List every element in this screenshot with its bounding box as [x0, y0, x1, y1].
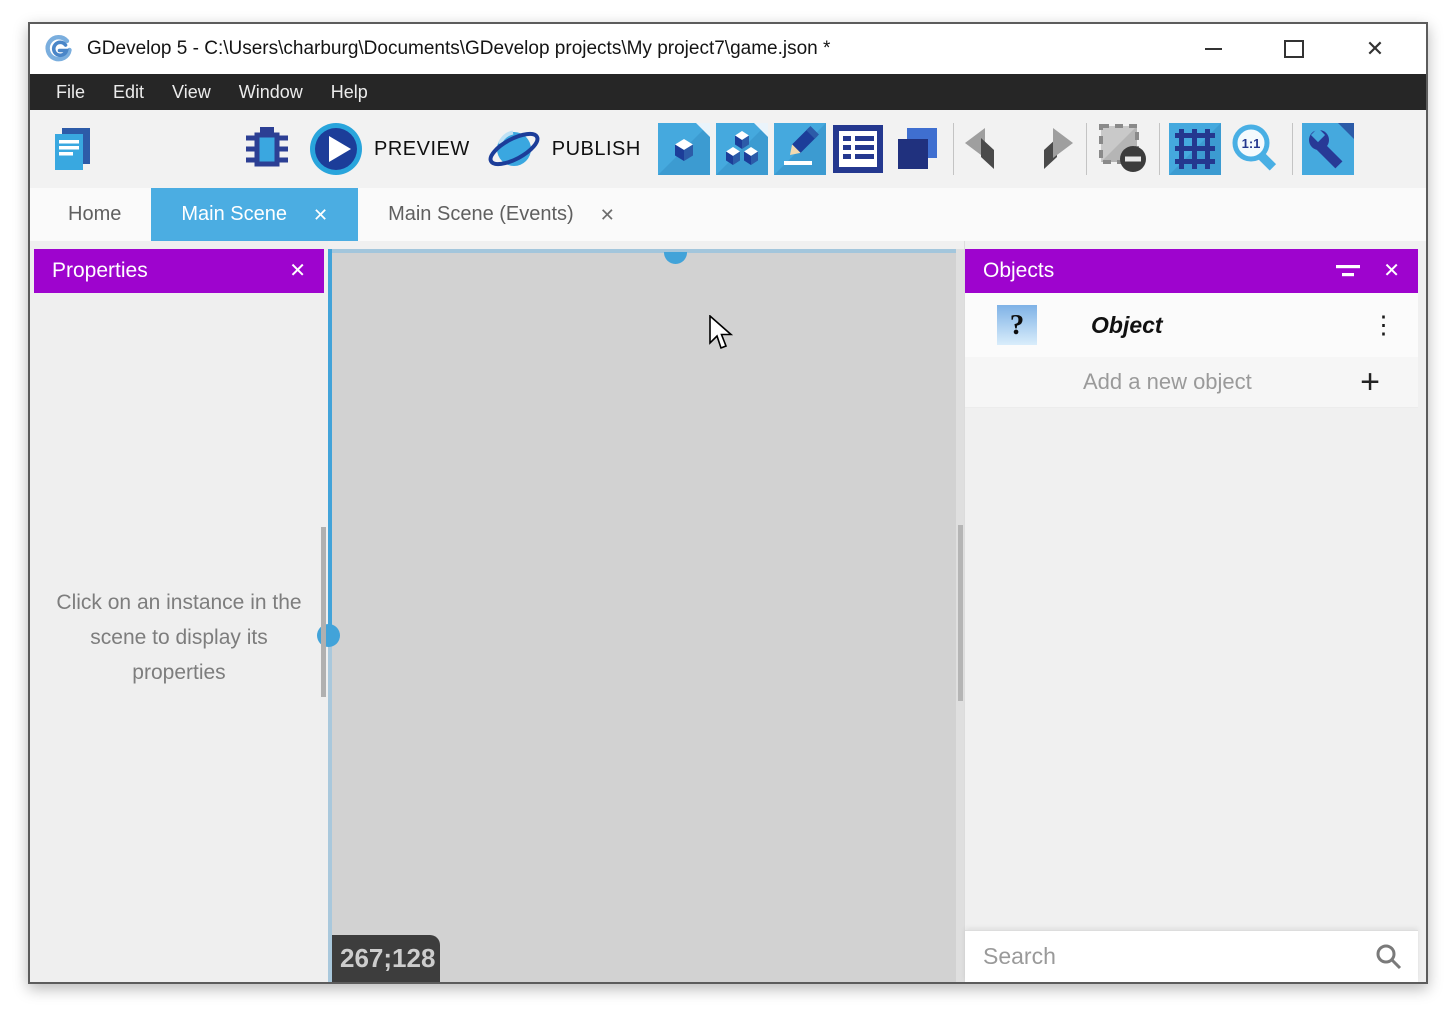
list-icon [832, 123, 884, 175]
minimize-button[interactable] [1190, 29, 1236, 69]
tab-main-scene-events[interactable]: Main Scene (Events) ✕ [358, 188, 645, 241]
menu-bar: File Edit View Window Help [30, 74, 1426, 110]
close-icon: ✕ [1366, 38, 1384, 60]
app-window: GDevelop 5 - C:\Users\charburg\Documents… [28, 22, 1428, 984]
undo-icon [963, 127, 1015, 171]
menu-file[interactable]: File [42, 74, 99, 110]
toggle-grid-button[interactable] [1168, 121, 1222, 177]
layers-icon [890, 123, 942, 175]
minimize-icon [1205, 48, 1222, 50]
menu-help[interactable]: Help [317, 74, 382, 110]
undo-button[interactable] [962, 121, 1016, 177]
maximize-button[interactable] [1271, 29, 1317, 69]
project-manager-icon [47, 123, 99, 175]
redo-icon [1023, 127, 1075, 171]
object-menu-button[interactable]: ⋮ [1371, 313, 1396, 338]
tab-close-icon[interactable]: ✕ [313, 206, 328, 224]
instances-list-button[interactable] [831, 121, 885, 177]
publish-button[interactable]: PUBLISH [486, 121, 641, 177]
svg-text:1:1: 1:1 [1241, 136, 1260, 151]
publish-label: PUBLISH [552, 138, 641, 161]
debugger-button[interactable] [240, 121, 294, 177]
properties-panel: Properties ✕ Click on an instance in the… [30, 241, 328, 982]
grid-icon [1169, 123, 1221, 175]
toolbar-separator [1292, 123, 1293, 175]
window-controls: ✕ [1190, 29, 1398, 69]
objects-editor-button[interactable] [657, 121, 711, 177]
search-icon [1375, 943, 1402, 970]
canvas-left-scrollbar[interactable] [321, 527, 326, 697]
game-window-left-border [328, 249, 332, 637]
add-object-label: Add a new object [1083, 369, 1252, 395]
pencil-icon [774, 123, 826, 175]
cursor-coordinates: 267;128 [340, 943, 435, 974]
scene-properties-button[interactable] [1301, 121, 1355, 177]
close-window-button[interactable]: ✕ [1352, 29, 1398, 69]
cubes-group-icon [716, 123, 768, 175]
wrench-icon [1302, 123, 1354, 175]
scene-canvas[interactable]: 267;128 [328, 249, 956, 982]
add-object-button[interactable]: + [1360, 365, 1380, 399]
objects-panel-title: Objects [983, 259, 1054, 283]
properties-panel-title: Properties [52, 259, 148, 283]
objects-panel-header: Objects ✕ [965, 249, 1418, 293]
project-manager-button[interactable] [46, 121, 100, 177]
filter-objects-button[interactable] [1335, 264, 1361, 279]
editor-tab-bar: Home Main Scene ✕ Main Scene (Events) ✕ [30, 188, 1426, 241]
menu-view[interactable]: View [158, 74, 225, 110]
add-object-row[interactable]: Add a new object + [965, 357, 1418, 408]
menu-edit[interactable]: Edit [99, 74, 158, 110]
deselect-icon [1096, 123, 1148, 175]
clear-selection-button[interactable] [1095, 121, 1149, 177]
toolbar: PREVIEW PUBLISH [30, 110, 1426, 188]
cursor-coordinates-badge: 267;128 [328, 935, 440, 982]
objects-search-input[interactable] [981, 942, 1375, 971]
objects-panel: Objects ✕ ? Object ⋮ Add a new object + [964, 241, 1418, 982]
maximize-icon [1284, 40, 1304, 58]
tab-home[interactable]: Home [38, 188, 151, 241]
properties-empty-message: Click on an instance in the scene to dis… [30, 293, 328, 982]
game-window-top-border [328, 249, 956, 253]
toolbar-separator [1086, 123, 1087, 175]
redo-button[interactable] [1022, 121, 1076, 177]
tab-label: Main Scene (Events) [388, 203, 574, 226]
properties-editor-button[interactable] [773, 121, 827, 177]
tab-label: Home [68, 203, 121, 226]
object-question-icon: ? [997, 305, 1037, 345]
zoom-original-button[interactable]: 1:1 [1228, 121, 1282, 177]
tab-close-icon[interactable]: ✕ [600, 206, 615, 224]
game-window-left-border-lower [328, 637, 332, 982]
object-list-item[interactable]: ? Object ⋮ [965, 293, 1418, 358]
debug-bug-icon [241, 123, 293, 175]
globe-icon [486, 121, 542, 177]
play-icon [308, 121, 364, 177]
tab-main-scene[interactable]: Main Scene ✕ [151, 188, 358, 241]
toolbar-separator [1159, 123, 1160, 175]
tab-label: Main Scene [181, 203, 287, 226]
window-title: GDevelop 5 - C:\Users\charburg\Documents… [87, 38, 1190, 60]
preview-label: PREVIEW [374, 138, 470, 161]
close-objects-button[interactable]: ✕ [1383, 261, 1400, 281]
object-name: Object [1091, 312, 1163, 339]
filter-icon [1335, 264, 1361, 279]
menu-window[interactable]: Window [225, 74, 317, 110]
toolbar-separator [953, 123, 954, 175]
scene-editor-content: Properties ✕ Click on an instance in the… [30, 241, 1426, 982]
title-bar: GDevelop 5 - C:\Users\charburg\Documents… [30, 24, 1426, 74]
layers-editor-button[interactable] [889, 121, 943, 177]
zoom-1-1-icon: 1:1 [1229, 123, 1281, 175]
canvas-right-scrollbar[interactable] [958, 525, 963, 701]
game-window-resize-handle-top[interactable] [664, 252, 687, 264]
preview-button[interactable]: PREVIEW [308, 121, 470, 177]
object-groups-editor-button[interactable] [715, 121, 769, 177]
close-properties-button[interactable]: ✕ [289, 261, 306, 281]
mouse-cursor-icon [708, 315, 736, 353]
objects-search-bar [965, 930, 1418, 982]
properties-panel-header: Properties ✕ [34, 249, 324, 293]
cube-icon [658, 123, 710, 175]
gdevelop-logo-icon [44, 34, 74, 64]
